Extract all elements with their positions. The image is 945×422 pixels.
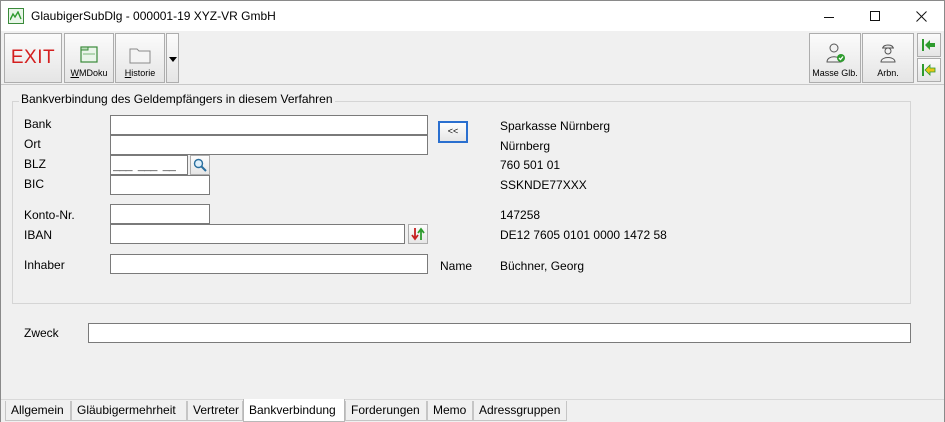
exit-button[interactable]: EXIT	[4, 33, 62, 83]
konto-input[interactable]	[110, 204, 210, 224]
inhaber-label: Inhaber	[24, 258, 65, 272]
tab-label: Gläubigermehrheit	[77, 403, 176, 417]
maximize-icon	[870, 11, 880, 21]
tab-vertreter[interactable]: Vertreter	[187, 401, 243, 421]
bic-label: BIC	[24, 177, 45, 191]
navigate-previous-button[interactable]	[917, 58, 941, 82]
inhaber-input[interactable]	[110, 254, 428, 274]
masse-label: Masse Glb.	[812, 68, 858, 78]
blz-input[interactable]: ___ ___ __	[110, 155, 188, 175]
exit-label: EXIT	[10, 47, 56, 68]
tab-label: Adressgruppen	[479, 403, 561, 417]
tab-adressgruppen[interactable]: Adressgruppen	[473, 401, 567, 421]
reference-konto: 147258	[500, 208, 541, 222]
tab-label: Allgemein	[11, 403, 64, 417]
blz-search-button[interactable]	[190, 155, 210, 175]
dialog-window: GlaubigerSubDlg - 000001-19 XYZ-VR GmbH …	[0, 0, 945, 422]
close-button[interactable]	[898, 1, 944, 31]
historie-button[interactable]: Historie	[115, 33, 165, 83]
tab-label: Bankverbindung	[249, 403, 336, 417]
tab-memo[interactable]: Memo	[427, 401, 473, 421]
folder-icon	[129, 48, 151, 64]
toolbar-more-dropdown[interactable]	[166, 33, 179, 83]
tab-bankverbindung[interactable]: Bankverbindung	[243, 399, 345, 422]
group-title: Bankverbindung des Geldempfängers in die…	[19, 92, 335, 106]
iban-convert-button[interactable]	[408, 224, 428, 244]
blz-input-mask: ___ ___ __	[113, 160, 176, 174]
arrow-first-icon	[922, 39, 935, 51]
tab-label: Vertreter	[193, 403, 240, 417]
ort-label: Ort	[24, 137, 41, 151]
toolbar: EXIT WMDoku Historie Masse Glb. Arbn.	[1, 31, 944, 85]
blz-label: BLZ	[24, 157, 47, 171]
copy-button-label: <<	[447, 126, 459, 136]
tab-label: Memo	[433, 403, 467, 417]
reference-iban: DE12 7605 0101 0000 1472 58	[500, 228, 667, 242]
minimize-icon	[824, 16, 834, 18]
zweck-input[interactable]	[88, 323, 911, 343]
document-folder-icon	[80, 46, 98, 63]
zweck-label: Zweck	[24, 326, 59, 340]
name-label: Name	[440, 259, 473, 273]
reference-bank: Sparkasse Nürnberg	[500, 119, 611, 133]
tab-glaeubigermehrheit[interactable]: Gläubigermehrheit	[71, 401, 187, 421]
worker-icon	[880, 44, 896, 63]
maximize-button[interactable]	[852, 1, 898, 31]
window-title: GlaubigerSubDlg - 000001-19 XYZ-VR GmbH	[31, 9, 276, 23]
konto-label: Konto-Nr.	[24, 208, 75, 222]
close-icon	[915, 10, 927, 22]
arbeitnehmer-button[interactable]: Arbn.	[862, 33, 914, 83]
historie-label: Historie	[124, 68, 156, 78]
reference-bic: SSKNDE77XXX	[500, 178, 587, 192]
copy-bank-data-button[interactable]: <<	[438, 121, 468, 143]
minimize-button[interactable]	[806, 1, 852, 31]
title-bar: GlaubigerSubDlg - 000001-19 XYZ-VR GmbH	[1, 1, 944, 31]
iban-input[interactable]	[110, 224, 405, 244]
arrow-left-icon	[922, 64, 936, 76]
tab-label: Forderungen	[351, 403, 420, 417]
navigate-first-button[interactable]	[917, 33, 941, 57]
arbn-label: Arbn.	[877, 68, 899, 78]
app-icon	[8, 8, 24, 24]
bank-input[interactable]	[110, 115, 428, 135]
user-check-icon	[826, 43, 845, 63]
wmdoku-label: WMDoku	[70, 68, 108, 78]
bank-label: Bank	[24, 117, 52, 131]
tab-forderungen[interactable]: Forderungen	[345, 401, 427, 421]
reference-name: Büchner, Georg	[500, 259, 585, 273]
iban-label: IBAN	[24, 228, 53, 242]
swap-arrows-icon	[411, 227, 425, 241]
masse-glaeubiger-button[interactable]: Masse Glb.	[809, 33, 861, 83]
wmdoku-button[interactable]: WMDoku	[64, 33, 114, 83]
reference-ort: Nürnberg	[500, 139, 551, 153]
bic-input[interactable]	[110, 175, 210, 195]
reference-blz: 760 501 01	[500, 158, 561, 172]
search-icon	[193, 158, 207, 172]
chevron-down-icon	[169, 57, 177, 62]
tab-allgemein[interactable]: Allgemein	[5, 401, 71, 421]
ort-input[interactable]	[110, 135, 428, 155]
